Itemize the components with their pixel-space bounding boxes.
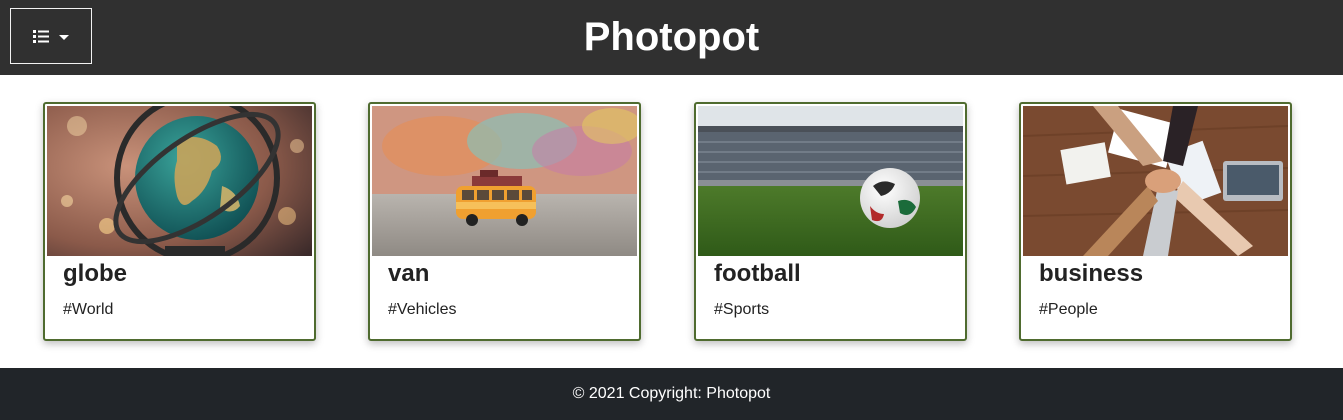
photo-card-business[interactable]: business #People bbox=[1019, 102, 1292, 341]
copyright-text: © 2021 Copyright: Photopot bbox=[572, 385, 771, 402]
site-header: Photopot bbox=[0, 0, 1343, 75]
photo-card-globe[interactable]: globe #World bbox=[43, 102, 316, 341]
globe-photo bbox=[47, 106, 312, 256]
team-hands-photo bbox=[1023, 106, 1288, 256]
toy-van-photo bbox=[372, 106, 637, 256]
card-tag: #Sports bbox=[714, 301, 770, 318]
photo-card-van[interactable]: van #Vehicles bbox=[368, 102, 641, 341]
card-tag: #People bbox=[1039, 301, 1098, 318]
soccer-ball-stadium-photo bbox=[698, 106, 963, 256]
card-title: van bbox=[388, 260, 430, 287]
card-title: football bbox=[714, 260, 801, 287]
site-footer: © 2021 Copyright: Photopot bbox=[0, 368, 1343, 420]
photo-card-grid: globe #World van #Vehicles football #Spo… bbox=[0, 102, 1343, 341]
card-tag: #World bbox=[63, 301, 114, 318]
site-title: Photopot bbox=[583, 15, 760, 59]
card-title: globe bbox=[63, 260, 127, 287]
photo-card-football[interactable]: football #Sports bbox=[694, 102, 967, 341]
card-title: business bbox=[1039, 260, 1144, 287]
card-tag: #Vehicles bbox=[388, 301, 457, 318]
